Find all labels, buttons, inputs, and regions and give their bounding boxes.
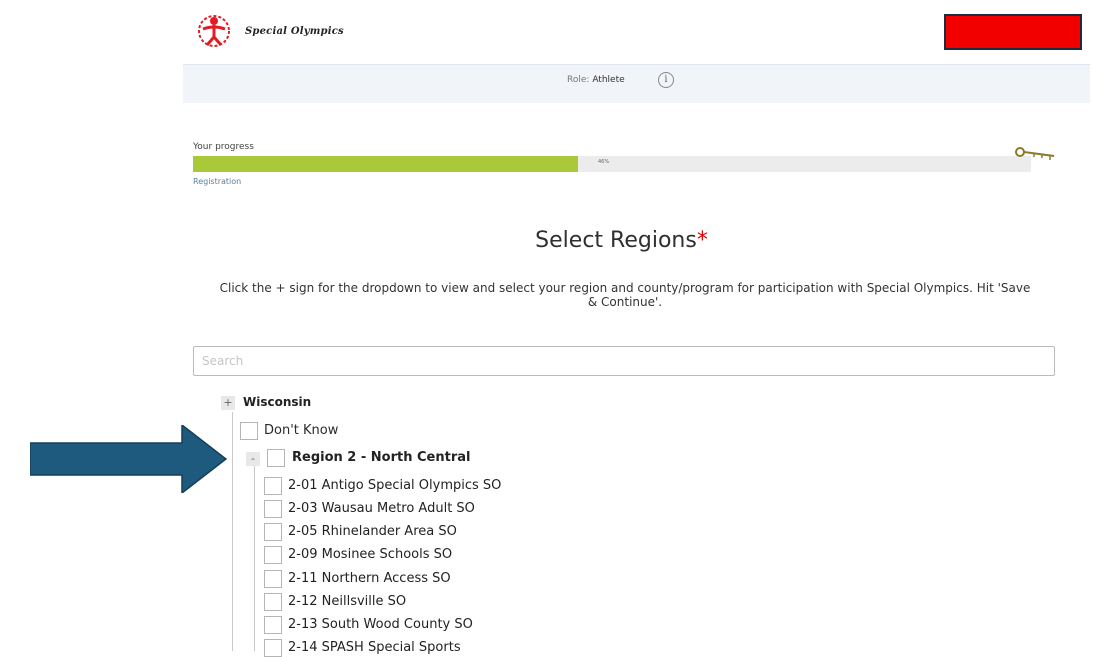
page-title: Select Regions* [0, 228, 1093, 253]
progress-percent: 46% [598, 159, 610, 165]
program-checkbox[interactable] [264, 546, 282, 564]
program-label[interactable]: 2-05 Rhinelander Area SO [288, 524, 457, 539]
progress-label: Your progress [193, 142, 254, 152]
program-label[interactable]: 2-09 Mosinee Schools SO [288, 547, 452, 562]
role-label: Role: [567, 75, 590, 85]
program-label[interactable]: 2-12 Neillsville SO [288, 594, 406, 609]
expand-wisconsin-button[interactable]: + [221, 396, 235, 410]
redacted-block [944, 14, 1082, 50]
role-text: Role: Athlete [567, 75, 625, 85]
tree-line-region [254, 466, 255, 651]
dont-know-checkbox[interactable] [240, 422, 258, 440]
progress-fill [193, 156, 579, 172]
search-input[interactable] [193, 346, 1055, 376]
logo-wordmark: Special Olympics [245, 26, 344, 37]
progress-bar: 46% [193, 156, 1031, 172]
program-checkbox[interactable] [264, 639, 282, 657]
program-checkbox[interactable] [264, 616, 282, 634]
program-checkbox[interactable] [264, 477, 282, 495]
tree-node-wisconsin[interactable]: Wisconsin [243, 395, 311, 409]
instructions-text: Click the + sign for the dropdown to vie… [219, 281, 1031, 309]
program-label[interactable]: 2-13 South Wood County SO [288, 617, 473, 632]
program-label[interactable]: 2-01 Antigo Special Olympics SO [288, 478, 501, 493]
role-value: Athlete [592, 75, 625, 85]
annotation-arrow-icon [30, 425, 227, 493]
region-2-checkbox[interactable] [267, 449, 285, 467]
key-icon [1015, 147, 1055, 160]
page-title-text: Select Regions [535, 228, 697, 253]
tree-node-region-2[interactable]: Region 2 - North Central [292, 450, 470, 465]
tree-line-root [232, 412, 233, 651]
program-checkbox[interactable] [264, 500, 282, 518]
program-checkbox[interactable] [264, 570, 282, 588]
collapse-region-button[interactable]: - [246, 452, 260, 466]
program-label[interactable]: 2-03 Wausau Metro Adult SO [288, 501, 475, 516]
program-checkbox[interactable] [264, 523, 282, 541]
program-label[interactable]: 2-14 SPASH Special Sports [288, 640, 461, 655]
special-olympics-logo-icon[interactable] [195, 11, 233, 51]
progress-step-label: Registration [193, 177, 242, 186]
program-checkbox[interactable] [264, 593, 282, 611]
role-bar: Role: Athlete i [183, 64, 1090, 103]
program-label[interactable]: 2-11 Northern Access SO [288, 571, 451, 586]
required-mark: * [696, 228, 708, 253]
tree-node-dont-know[interactable]: Don't Know [264, 423, 338, 438]
info-icon[interactable]: i [658, 72, 674, 88]
